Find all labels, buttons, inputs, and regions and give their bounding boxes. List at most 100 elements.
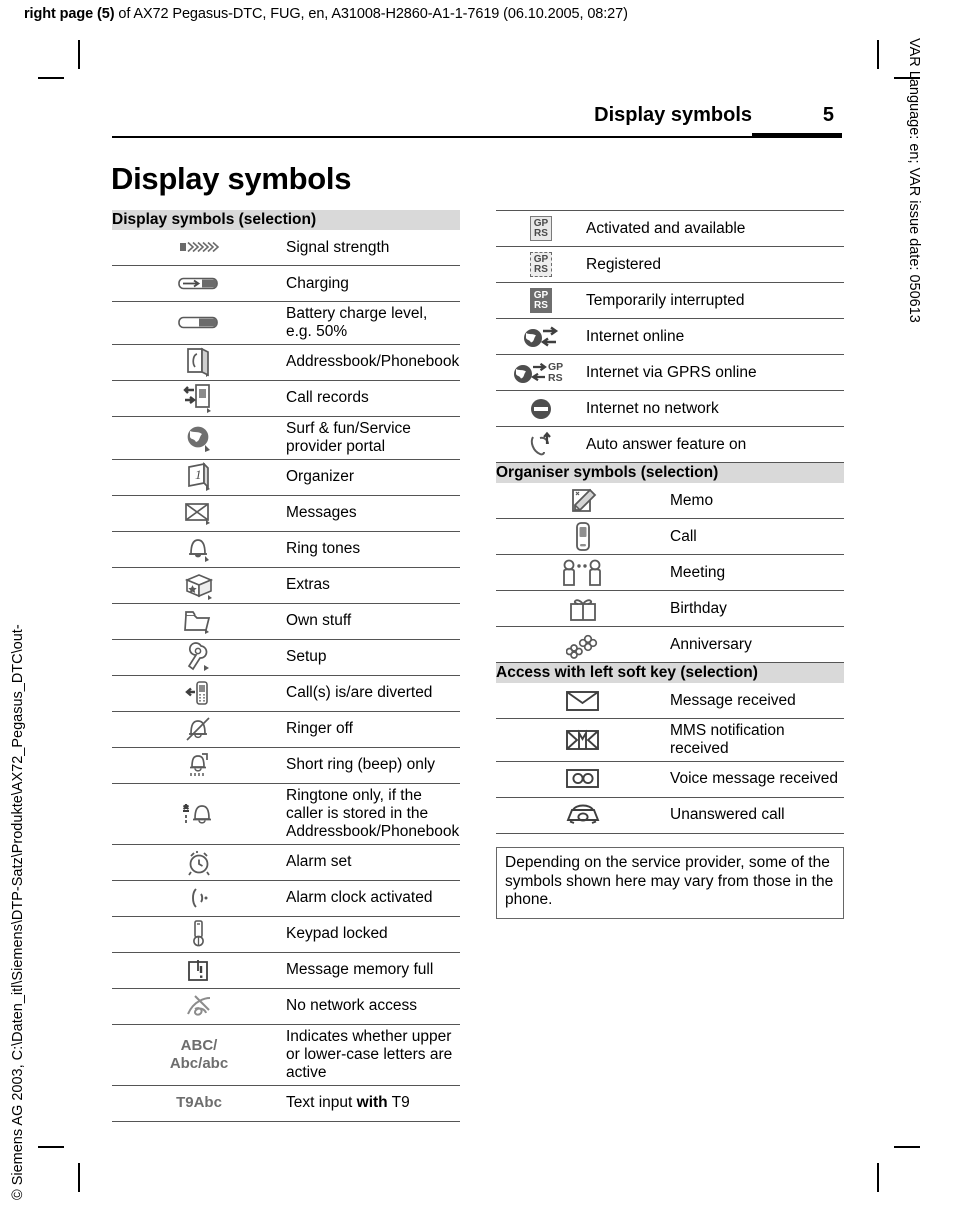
svg-text:RS: RS [548, 372, 563, 384]
symbol-description: Call records [286, 389, 369, 407]
auto-answer-icon [496, 427, 586, 463]
symbol-description: Short ring (beep) only [286, 756, 436, 774]
ringtone-known-caller-icon [112, 783, 286, 844]
table-row: Extras [112, 567, 460, 604]
job-ticket-detail: of AX72 Pegasus-DTC, FUG, en, A31008-H28… [114, 6, 628, 22]
section-header-organiser: Organiser symbols (selection) [496, 463, 844, 483]
symbol-description: Text input with T9 [286, 1094, 410, 1112]
table-row: Ringer off [112, 711, 460, 748]
table-row: Setup [112, 639, 460, 676]
internet-no-network-icon [496, 391, 586, 427]
symbol-description: Addressbook/Phonebook [286, 353, 460, 371]
symbol-description: Meeting [670, 563, 726, 581]
softkey-symbols-table: Access with left soft key (selection) Me… [496, 663, 844, 834]
extras-box-icon [112, 567, 286, 603]
symbol-description: Organizer [286, 468, 355, 486]
running-header: Display symbols 5 [112, 104, 842, 144]
table-row: T9Abc Text input with T9 [112, 1085, 460, 1122]
message-received-icon [496, 683, 670, 719]
table-row: Birthday [496, 591, 844, 627]
symbol-description: Anniversary [670, 635, 752, 653]
table-row: Memo [496, 483, 844, 519]
symbol-description: Messages [286, 504, 357, 522]
job-ticket-line: right page (5) of AX72 Pegasus-DTC, FUG,… [24, 6, 924, 22]
meeting-icon [496, 555, 670, 591]
symbol-description: Alarm set [286, 853, 352, 871]
table-row: 1 Organizer [112, 459, 460, 496]
charging-icon [112, 266, 286, 302]
messages-envelope-icon [112, 495, 286, 531]
table-row: Anniversary [496, 627, 844, 663]
symbol-description: Voice message received [670, 770, 839, 788]
alarm-set-icon [112, 844, 286, 880]
section-header-softkey: Access with left soft key (selection) [496, 663, 844, 683]
table-row: Internet no network [496, 391, 844, 427]
var-language-margin-note: VAR Language: en; VAR issue date: 050613 [906, 38, 922, 323]
gprs-symbols-table: GP RS Activated and available GP RS Registere… [496, 210, 844, 463]
table-row: GP RS Registered [496, 247, 844, 283]
gprs-registered-icon: GP RS [496, 247, 586, 283]
symbol-description: Alarm clock activated [286, 889, 433, 907]
voice-message-icon [496, 761, 670, 797]
symbol-description: Activated and available [586, 219, 746, 237]
provider-note-text: Depending on the service provider, some … [505, 853, 834, 909]
alarm-clock-activated-icon [112, 880, 286, 916]
symbol-description: No network access [286, 997, 417, 1015]
table-row: Own stuff [112, 603, 460, 640]
table-row: Alarm set [112, 844, 460, 881]
table-row: Meeting [496, 555, 844, 591]
gprs-interrupted-icon: GP RS [496, 283, 586, 319]
table-row: Unanswered call [496, 797, 844, 834]
table-row: ABC/Abc/abc Indicates whether upper or lo… [112, 1024, 460, 1086]
memo-icon [496, 483, 670, 519]
organiser-symbols-table: Organiser symbols (selection) Memo Call Me… [496, 463, 844, 663]
header-rule-thin [112, 136, 752, 138]
crop-mark-bottom-left-vertical [78, 1163, 80, 1192]
abc-case-text-icon: ABC/Abc/abc [169, 1036, 229, 1072]
page-title: Display symbols [111, 161, 352, 196]
symbol-description: Memo [670, 491, 714, 509]
right-column: GP RS Activated and available GP RS Registere… [496, 210, 844, 919]
symbol-description: Battery charge level, e.g. 50% [286, 305, 428, 340]
organizer-calendar-icon: 1 [112, 459, 286, 495]
ring-tones-bell-icon [112, 531, 286, 567]
table-row: GP RS Temporarily interrupted [496, 283, 844, 319]
symbol-description: Indicates whether upper or lower-case le… [286, 1027, 453, 1081]
provider-note-box: Depending on the service provider, some … [496, 846, 844, 919]
table-row: Short ring (beep) only [112, 747, 460, 784]
display-symbols-table: Display symbols (selection) Signal stren… [112, 210, 460, 1122]
symbol-description: Call(s) is/are diverted [286, 684, 433, 702]
symbol-description: Keypad locked [286, 925, 388, 943]
table-row: Internet online [496, 319, 844, 355]
call-records-icon [112, 380, 286, 416]
symbol-description: Ring tones [286, 540, 361, 558]
setup-wrench-icon [112, 639, 286, 675]
symbol-description: Registered [586, 255, 661, 273]
table-row: Charging [112, 266, 460, 302]
symbol-description: Auto answer feature on [586, 435, 747, 453]
table-row: Call [496, 519, 844, 555]
section-header-display-symbols: Display symbols (selection) [112, 210, 460, 230]
symbol-description: Internet no network [586, 399, 719, 417]
symbol-description: Message received [670, 691, 796, 709]
symbol-description: Birthday [670, 599, 727, 617]
table-row: Voice message received [496, 761, 844, 798]
birthday-gift-icon [496, 591, 670, 627]
table-row: GP RS Activated and available [496, 210, 844, 247]
symbol-description: Own stuff [286, 612, 352, 630]
short-beep-icon [112, 747, 286, 783]
no-network-access-icon [112, 988, 286, 1024]
table-row: Call records [112, 380, 460, 417]
own-stuff-folder-icon [112, 603, 286, 639]
symbol-description: Ringtone only, if the caller is stored i… [286, 786, 460, 840]
internet-online-icon [496, 319, 586, 355]
copyright-margin-note: © Siemens AG 2003, C:\Daten_itl\Siemens\… [10, 624, 26, 1200]
table-row: Call(s) is/are diverted [112, 675, 460, 712]
section-header-label: Display symbols (selection) [112, 210, 460, 230]
symbol-description: Surf & fun/Service provider portal [286, 419, 411, 455]
surf-fun-globe-icon [112, 416, 286, 459]
header-page-number: 5 [822, 104, 834, 126]
table-row: No network access [112, 988, 460, 1025]
symbol-description: Message memory full [286, 961, 434, 979]
table-row: Message received [496, 683, 844, 719]
